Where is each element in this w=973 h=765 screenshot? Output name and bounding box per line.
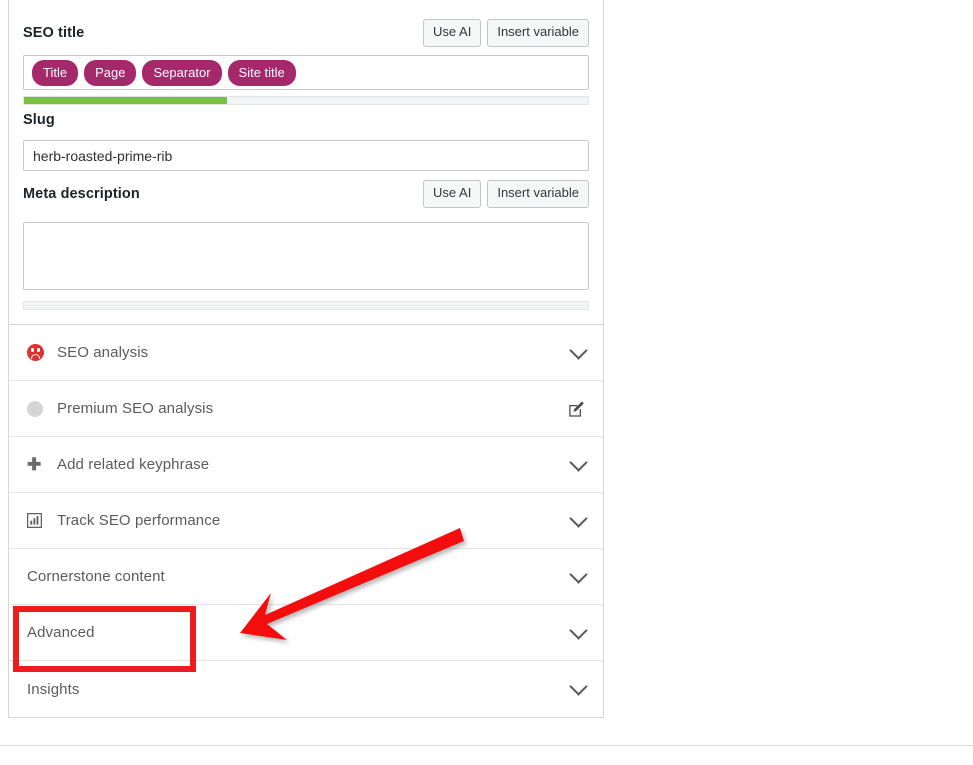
slug-input[interactable]	[23, 140, 589, 171]
chevron-down-icon[interactable]	[561, 677, 588, 696]
meta-description-use-ai-button[interactable]: Use AI	[423, 180, 482, 208]
chevron-down-icon[interactable]	[561, 508, 588, 528]
seo-title-insert-variable-button[interactable]: Insert variable	[487, 19, 589, 47]
meta-description-label: Meta description	[23, 186, 140, 202]
replacement-variable-pill[interactable]: Title	[32, 59, 79, 86]
meta-description-actions: Use AI Insert variable	[423, 180, 589, 208]
accordion-item-premium-seo-analysis[interactable]: Premium SEO analysis	[9, 381, 603, 437]
seo-title-progress-fill	[24, 97, 228, 104]
chevron-down-icon[interactable]	[561, 340, 588, 360]
page-bottom-divider	[0, 745, 973, 746]
slug-label: Slug	[23, 112, 55, 128]
replacement-variable-pill[interactable]: Page	[84, 59, 137, 86]
seo-title-actions: Use AI Insert variable	[423, 19, 589, 47]
slug-header: Slug	[23, 105, 589, 135]
seo-accordion: SEO analysis Premium SEO analysis ✚ Add …	[8, 324, 604, 718]
seo-title-input[interactable]: Title Page Separator Site title	[23, 55, 589, 90]
accordion-item-label: Add related keyphrase	[57, 456, 210, 473]
gray-dot-icon	[27, 400, 49, 417]
meta-description-insert-variable-button[interactable]: Insert variable	[487, 180, 589, 208]
bar-chart-icon	[27, 513, 49, 528]
accordion-item-track-seo-performance[interactable]: Track SEO performance	[9, 493, 603, 549]
edit-pencil-icon[interactable]	[561, 400, 585, 418]
chevron-down-icon[interactable]	[561, 620, 588, 640]
accordion-item-label: Premium SEO analysis	[57, 400, 214, 417]
meta-description-header: Meta description Use AI Insert variable	[23, 171, 589, 217]
sad-face-icon	[27, 344, 49, 361]
accordion-item-insights[interactable]: Insights	[9, 661, 603, 717]
replacement-variable-pill[interactable]: Separator	[142, 59, 222, 86]
plus-icon: ✚	[27, 455, 42, 474]
accordion-item-label: Track SEO performance	[57, 512, 221, 529]
yoast-seo-metabox: SEO title Use AI Insert variable Title P…	[8, 0, 604, 718]
seo-title-use-ai-button[interactable]: Use AI	[423, 19, 482, 47]
chevron-down-icon[interactable]	[561, 564, 588, 584]
meta-description-input[interactable]	[23, 222, 589, 290]
accordion-item-advanced[interactable]: Advanced	[9, 605, 603, 661]
accordion-item-label: Advanced	[27, 624, 95, 641]
seo-title-label: SEO title	[23, 25, 85, 41]
accordion-item-seo-analysis[interactable]: SEO analysis	[9, 325, 603, 381]
seo-fields-section: SEO title Use AI Insert variable Title P…	[8, 0, 604, 324]
accordion-item-label: SEO analysis	[57, 344, 149, 361]
chevron-down-icon[interactable]	[561, 452, 588, 472]
seo-title-length-progress-bar	[23, 96, 589, 105]
seo-title-header: SEO title Use AI Insert variable	[23, 16, 589, 50]
accordion-item-label: Insights	[27, 680, 80, 698]
meta-description-length-progress-bar	[23, 301, 589, 310]
replacement-variable-pill[interactable]: Site title	[227, 59, 296, 86]
accordion-item-cornerstone-content[interactable]: Cornerstone content	[9, 549, 603, 605]
accordion-item-add-related-keyphrase[interactable]: ✚ Add related keyphrase	[9, 437, 603, 493]
accordion-item-label: Cornerstone content	[27, 568, 165, 585]
